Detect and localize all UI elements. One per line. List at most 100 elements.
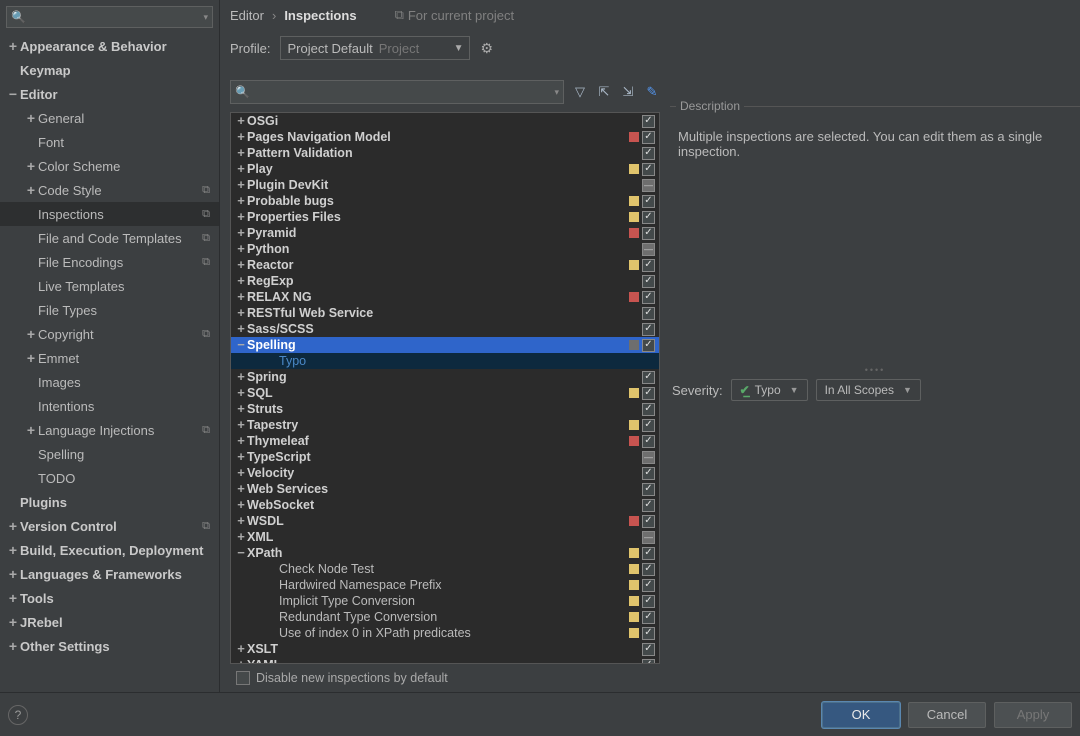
sidebar-search[interactable]: 🔍 ▾: [6, 6, 213, 28]
inspection-checkbox[interactable]: [642, 307, 655, 320]
sidebar-item-general[interactable]: +General: [0, 106, 219, 130]
inspection-velocity[interactable]: +Velocity: [231, 465, 659, 481]
sidebar-item-todo[interactable]: TODO: [0, 466, 219, 490]
inspection-wsdl[interactable]: +WSDL: [231, 513, 659, 529]
cancel-button[interactable]: Cancel: [908, 702, 986, 728]
expand-toggle[interactable]: −: [235, 547, 247, 559]
inspection-checkbox[interactable]: [642, 515, 655, 528]
inspection-typescript[interactable]: +TypeScript: [231, 449, 659, 465]
expand-toggle[interactable]: +: [235, 243, 247, 255]
severity-select[interactable]: ✔̲ Typo ▼: [731, 379, 808, 401]
inspection-checkbox[interactable]: [642, 163, 655, 176]
inspections-tree[interactable]: +OSGi+Pages Navigation Model+Pattern Val…: [230, 112, 660, 664]
sidebar-item-keymap[interactable]: Keymap: [0, 58, 219, 82]
expand-toggle[interactable]: +: [6, 519, 20, 533]
expand-toggle[interactable]: +: [235, 163, 247, 175]
expand-toggle[interactable]: +: [6, 39, 20, 53]
expand-toggle[interactable]: +: [24, 159, 38, 173]
reset-icon[interactable]: ✎: [644, 84, 660, 100]
inspection-checkbox[interactable]: [642, 595, 655, 608]
inspection-checkbox[interactable]: [642, 467, 655, 480]
inspection-checkbox[interactable]: [642, 483, 655, 496]
expand-toggle[interactable]: +: [235, 467, 247, 479]
inspection-check-node-test[interactable]: Check Node Test: [231, 561, 659, 577]
expand-toggle[interactable]: +: [235, 147, 247, 159]
sidebar-item-intentions[interactable]: Intentions: [0, 394, 219, 418]
inspection-xpath[interactable]: −XPath: [231, 545, 659, 561]
settings-tree[interactable]: +Appearance & BehaviorKeymap−Editor+Gene…: [0, 34, 219, 692]
inspection-hardwired-namespace-prefix[interactable]: Hardwired Namespace Prefix: [231, 577, 659, 593]
expand-toggle[interactable]: +: [235, 643, 247, 655]
expand-toggle[interactable]: −: [6, 87, 20, 101]
breadcrumb-editor[interactable]: Editor: [230, 8, 264, 23]
sidebar-item-file-encodings[interactable]: File Encodings⧉: [0, 250, 219, 274]
sidebar-item-tools[interactable]: +Tools: [0, 586, 219, 610]
expand-toggle[interactable]: +: [235, 227, 247, 239]
expand-all-icon[interactable]: ⇱: [596, 84, 612, 100]
inspection-pages-navigation-model[interactable]: +Pages Navigation Model: [231, 129, 659, 145]
sidebar-item-languages-frameworks[interactable]: +Languages & Frameworks: [0, 562, 219, 586]
inspection-xslt[interactable]: +XSLT: [231, 641, 659, 657]
expand-toggle[interactable]: +: [6, 543, 20, 557]
inspection-checkbox[interactable]: [642, 291, 655, 304]
profile-select[interactable]: Project Default Project ▼: [280, 36, 470, 60]
inspection-redundant-type-conversion[interactable]: Redundant Type Conversion: [231, 609, 659, 625]
inspection-websocket[interactable]: +WebSocket: [231, 497, 659, 513]
expand-toggle[interactable]: +: [235, 259, 247, 271]
inspection-checkbox[interactable]: [642, 531, 655, 544]
inspection-sql[interactable]: +SQL: [231, 385, 659, 401]
inspection-checkbox[interactable]: [642, 195, 655, 208]
expand-toggle[interactable]: +: [235, 291, 247, 303]
inspection-web-services[interactable]: +Web Services: [231, 481, 659, 497]
sidebar-item-other-settings[interactable]: +Other Settings: [0, 634, 219, 658]
sidebar-item-appearance-behavior[interactable]: +Appearance & Behavior: [0, 34, 219, 58]
filter-icon[interactable]: ▽: [572, 84, 588, 100]
expand-toggle[interactable]: +: [24, 423, 38, 437]
collapse-all-icon[interactable]: ⇲: [620, 84, 636, 100]
expand-toggle[interactable]: +: [235, 179, 247, 191]
inspection-checkbox[interactable]: [642, 243, 655, 256]
inspection-checkbox[interactable]: [642, 371, 655, 384]
expand-toggle[interactable]: +: [235, 195, 247, 207]
inspection-checkbox[interactable]: [642, 131, 655, 144]
sidebar-item-images[interactable]: Images: [0, 370, 219, 394]
inspection-checkbox[interactable]: [642, 179, 655, 192]
expand-toggle[interactable]: +: [6, 567, 20, 581]
expand-toggle[interactable]: +: [24, 111, 38, 125]
expand-toggle[interactable]: +: [235, 307, 247, 319]
expand-toggle[interactable]: +: [235, 419, 247, 431]
inspection-checkbox[interactable]: [642, 211, 655, 224]
inspection-checkbox[interactable]: [642, 579, 655, 592]
inspection-python[interactable]: +Python: [231, 241, 659, 257]
sidebar-item-editor[interactable]: −Editor: [0, 82, 219, 106]
inspection-plugin-devkit[interactable]: +Plugin DevKit: [231, 177, 659, 193]
inspection-implicit-type-conversion[interactable]: Implicit Type Conversion: [231, 593, 659, 609]
inspection-properties-files[interactable]: +Properties Files: [231, 209, 659, 225]
inspection-checkbox[interactable]: [642, 643, 655, 656]
inspection-checkbox[interactable]: [642, 227, 655, 240]
disable-new-checkbox[interactable]: [236, 671, 250, 685]
sidebar-item-font[interactable]: Font: [0, 130, 219, 154]
expand-toggle[interactable]: +: [24, 351, 38, 365]
splitter-grip[interactable]: ••••: [670, 366, 1080, 374]
expand-toggle[interactable]: +: [235, 499, 247, 511]
inspection-sass-scss[interactable]: +Sass/SCSS: [231, 321, 659, 337]
inspection-yaml[interactable]: +YAML: [231, 657, 659, 664]
sidebar-item-language-injections[interactable]: +Language Injections⧉: [0, 418, 219, 442]
scope-select[interactable]: In All Scopes ▼: [816, 379, 921, 401]
sidebar-item-file-types[interactable]: File Types: [0, 298, 219, 322]
expand-toggle[interactable]: +: [235, 211, 247, 223]
sidebar-item-color-scheme[interactable]: +Color Scheme: [0, 154, 219, 178]
expand-toggle[interactable]: +: [24, 183, 38, 197]
expand-toggle[interactable]: +: [235, 483, 247, 495]
inspections-search[interactable]: 🔍 ▾: [230, 80, 564, 104]
sidebar-item-live-templates[interactable]: Live Templates: [0, 274, 219, 298]
expand-toggle[interactable]: +: [235, 403, 247, 415]
sidebar-item-code-style[interactable]: +Code Style⧉: [0, 178, 219, 202]
inspection-checkbox[interactable]: [642, 563, 655, 576]
sidebar-item-copyright[interactable]: +Copyright⧉: [0, 322, 219, 346]
sidebar-search-input[interactable]: [30, 10, 204, 24]
expand-toggle[interactable]: +: [6, 639, 20, 653]
expand-toggle[interactable]: +: [235, 115, 247, 127]
apply-button[interactable]: Apply: [994, 702, 1072, 728]
